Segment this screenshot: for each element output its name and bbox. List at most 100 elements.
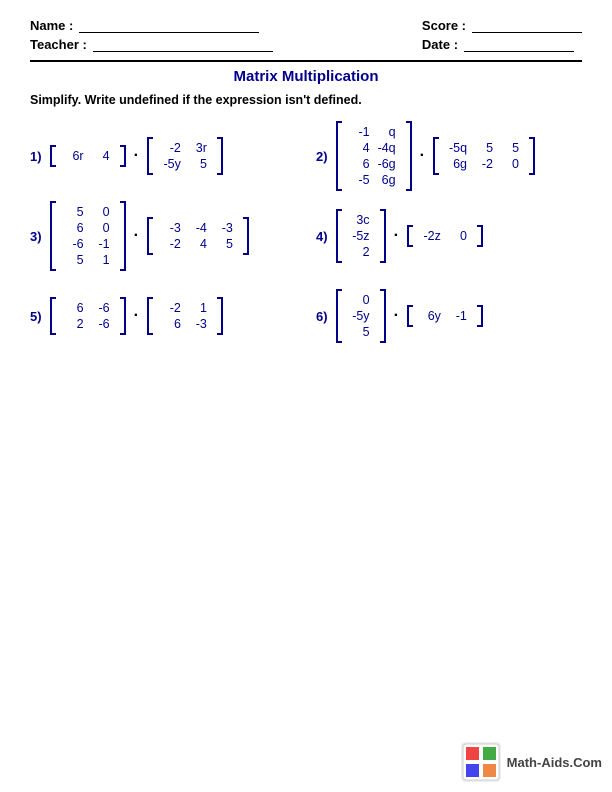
matrix: -5q55 6g-20 xyxy=(433,137,535,175)
problem: 2)-1q4-4q6-6g-56g·-5q556g-20 xyxy=(306,121,582,191)
matrix-row: 6 -6 xyxy=(66,301,110,315)
bracket-left-icon xyxy=(336,209,342,263)
matrix-cell: 3c xyxy=(352,213,370,227)
multiplication-dot-icon: · xyxy=(420,147,425,165)
date-row: Date : xyxy=(422,37,582,52)
teacher-label: Teacher : xyxy=(30,37,87,52)
matrix-row: -5z xyxy=(352,229,370,243)
matrix: 6y-1 xyxy=(407,305,483,327)
bracket-left-icon xyxy=(336,289,342,343)
watermark-text: Math-Aids.Com xyxy=(507,755,602,770)
matrix-cell: 6 xyxy=(66,301,84,315)
matrix-cell: -6g xyxy=(378,157,396,171)
matrix: 5060-6-151 xyxy=(50,201,126,271)
bracket-right-icon xyxy=(477,225,483,247)
problem-row: 3)5060-6-151·-3-4-3-2454)3c-5z2·-2z0 xyxy=(30,201,582,281)
matrix-row: -245 xyxy=(163,237,233,251)
matrix: 6 -6 2 -6 xyxy=(50,297,126,335)
matrix-row: 6g-20 xyxy=(449,157,519,171)
bracket-right-icon xyxy=(120,201,126,271)
matrix-cell: 1 xyxy=(189,301,207,315)
name-label: Name : xyxy=(30,18,73,33)
problem-number: 1) xyxy=(30,149,42,164)
matrix-cell: -5y xyxy=(352,309,370,323)
matrix-row: 6y-1 xyxy=(423,309,467,323)
matrix-cell: -6 xyxy=(92,301,110,315)
matrix-cell: 1 xyxy=(92,253,110,267)
score-row: Score : xyxy=(422,18,582,33)
matrix-row: 6r4 xyxy=(66,149,110,163)
matrix-row: 6 -6g xyxy=(352,157,396,171)
bracket-left-icon xyxy=(147,297,153,335)
matrix-expression: 6-62-6·-216-3 xyxy=(50,297,223,335)
matrix-inner: -5q55 6g-20 xyxy=(441,137,527,175)
multiplication-dot-icon: · xyxy=(134,227,139,245)
matrix-expression: 3c -5z 2 · -2z0 xyxy=(336,209,483,263)
matrix-row: 0 xyxy=(352,293,370,307)
matrix-inner: 3c -5z 2 xyxy=(344,209,378,263)
matrix: -2z0 xyxy=(407,225,483,247)
matrix-cell: -1 xyxy=(352,125,370,139)
matrix-cell: 2 xyxy=(66,317,84,331)
matrix-inner: -2z0 xyxy=(415,225,475,247)
bracket-left-icon xyxy=(50,145,56,167)
matrix-row: -5y xyxy=(352,309,370,323)
bracket-left-icon xyxy=(433,137,439,175)
matrix-cell: 6 xyxy=(66,221,84,235)
matrix-expression: 6r4·-23r-5y5 xyxy=(50,137,223,175)
matrix-cell: 6r xyxy=(66,149,84,163)
matrix-cell: -6 xyxy=(92,317,110,331)
matrix: -3-4-3 -245 xyxy=(147,217,249,255)
bracket-left-icon xyxy=(147,217,153,255)
bracket-right-icon xyxy=(529,137,535,175)
matrix-cell: -5y xyxy=(163,157,181,171)
matrix-row: -56g xyxy=(352,173,396,187)
matrix-cell: -2 xyxy=(163,301,181,315)
watermark: Math-Aids.Com xyxy=(461,742,602,782)
matrix-cell: 4 xyxy=(189,237,207,251)
header-left: Name : Teacher : xyxy=(30,18,273,52)
worksheet-title: Matrix Multiplication xyxy=(30,68,582,85)
matrix-cell: q xyxy=(378,125,396,139)
matrix-row: 2 xyxy=(352,245,370,259)
matrix-row: 51 xyxy=(66,253,110,267)
bracket-right-icon xyxy=(120,145,126,167)
matrix-row: -23r xyxy=(163,141,207,155)
bracket-right-icon xyxy=(243,217,249,255)
matrix: -216-3 xyxy=(147,297,223,335)
bracket-left-icon xyxy=(407,225,413,247)
matrix-cell: -2z xyxy=(423,229,441,243)
matrix-expression: -1q4-4q6-6g-56g·-5q556g-20 xyxy=(336,121,535,191)
problem-row: 5)6-62-6·-216-36)0-5y5·6y-1 xyxy=(30,281,582,361)
bracket-right-icon xyxy=(380,209,386,263)
matrix-inner: -23r -5y5 xyxy=(155,137,215,175)
matrix-cell: 6 xyxy=(352,157,370,171)
problem: 4)3c-5z2·-2z0 xyxy=(306,201,582,271)
bracket-left-icon xyxy=(50,201,56,271)
instructions: Simplify. Write undefined if the express… xyxy=(30,93,582,107)
problems-container: 1)6r4·-23r-5y52)-1q4-4q6-6g-56g·-5q556g-… xyxy=(30,121,582,361)
matrix-cell: 0 xyxy=(92,205,110,219)
name-line xyxy=(79,19,259,33)
matrix-cell: 5 xyxy=(66,205,84,219)
matrix-cell: 4 xyxy=(352,141,370,155)
matrix-cell: -5q xyxy=(449,141,467,155)
name-row: Name : xyxy=(30,18,273,33)
matrix: 3c -5z 2 xyxy=(336,209,386,263)
matrix-row: -2z0 xyxy=(423,229,467,243)
matrix-row: 3c xyxy=(352,213,370,227)
matrix-cell: 3r xyxy=(189,141,207,155)
score-label: Score : xyxy=(422,18,466,33)
multiplication-dot-icon: · xyxy=(394,227,399,245)
matrix: -23r -5y5 xyxy=(147,137,223,175)
matrix-cell: 0 xyxy=(352,293,370,307)
matrix-cell: -5z xyxy=(352,229,370,243)
matrix-cell: 6g xyxy=(378,173,396,187)
score-line xyxy=(472,19,582,33)
matrix-row: -3-4-3 xyxy=(163,221,233,235)
matrix-row: -5y5 xyxy=(163,157,207,171)
matrix-cell: -3 xyxy=(189,317,207,331)
matrix-row: -5q55 xyxy=(449,141,519,155)
matrix-cell: 6y xyxy=(423,309,441,323)
multiplication-dot-icon: · xyxy=(394,307,399,325)
